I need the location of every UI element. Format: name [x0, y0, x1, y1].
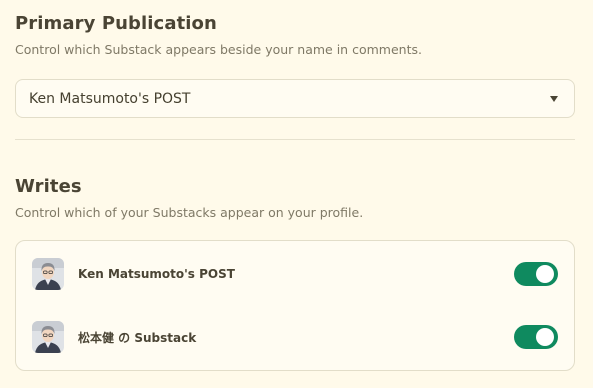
writes-description: Control which of your Substacks appear o… [15, 205, 364, 220]
caret-down-icon [550, 95, 558, 102]
primary-publication-value: Ken Matsumoto's POST [29, 90, 191, 107]
writes-item-label: Ken Matsumoto's POST [78, 267, 235, 281]
writes-section: Writes Control which of your Substacks a… [15, 176, 575, 220]
visibility-toggle[interactable] [514, 262, 558, 286]
primary-publication-heading: Primary Publication [15, 13, 217, 34]
primary-publication-section: Primary Publication Control which Substa… [15, 13, 575, 57]
toggle-knob [536, 328, 554, 346]
list-item: 松本健 の Substack [16, 307, 574, 367]
toggle-knob [536, 265, 554, 283]
writes-item-label: 松本健 の Substack [78, 330, 197, 345]
writes-heading: Writes [15, 176, 82, 197]
section-divider [15, 139, 575, 140]
visibility-toggle[interactable] [514, 325, 558, 349]
user-avatar [32, 321, 64, 353]
list-item: Ken Matsumoto's POST [16, 244, 574, 304]
primary-publication-description: Control which Substack appears beside yo… [15, 42, 422, 57]
primary-publication-select[interactable]: Ken Matsumoto's POST [15, 79, 575, 118]
user-avatar [32, 258, 64, 290]
writes-list: Ken Matsumoto's POST 松本健 の Substack [15, 240, 575, 371]
